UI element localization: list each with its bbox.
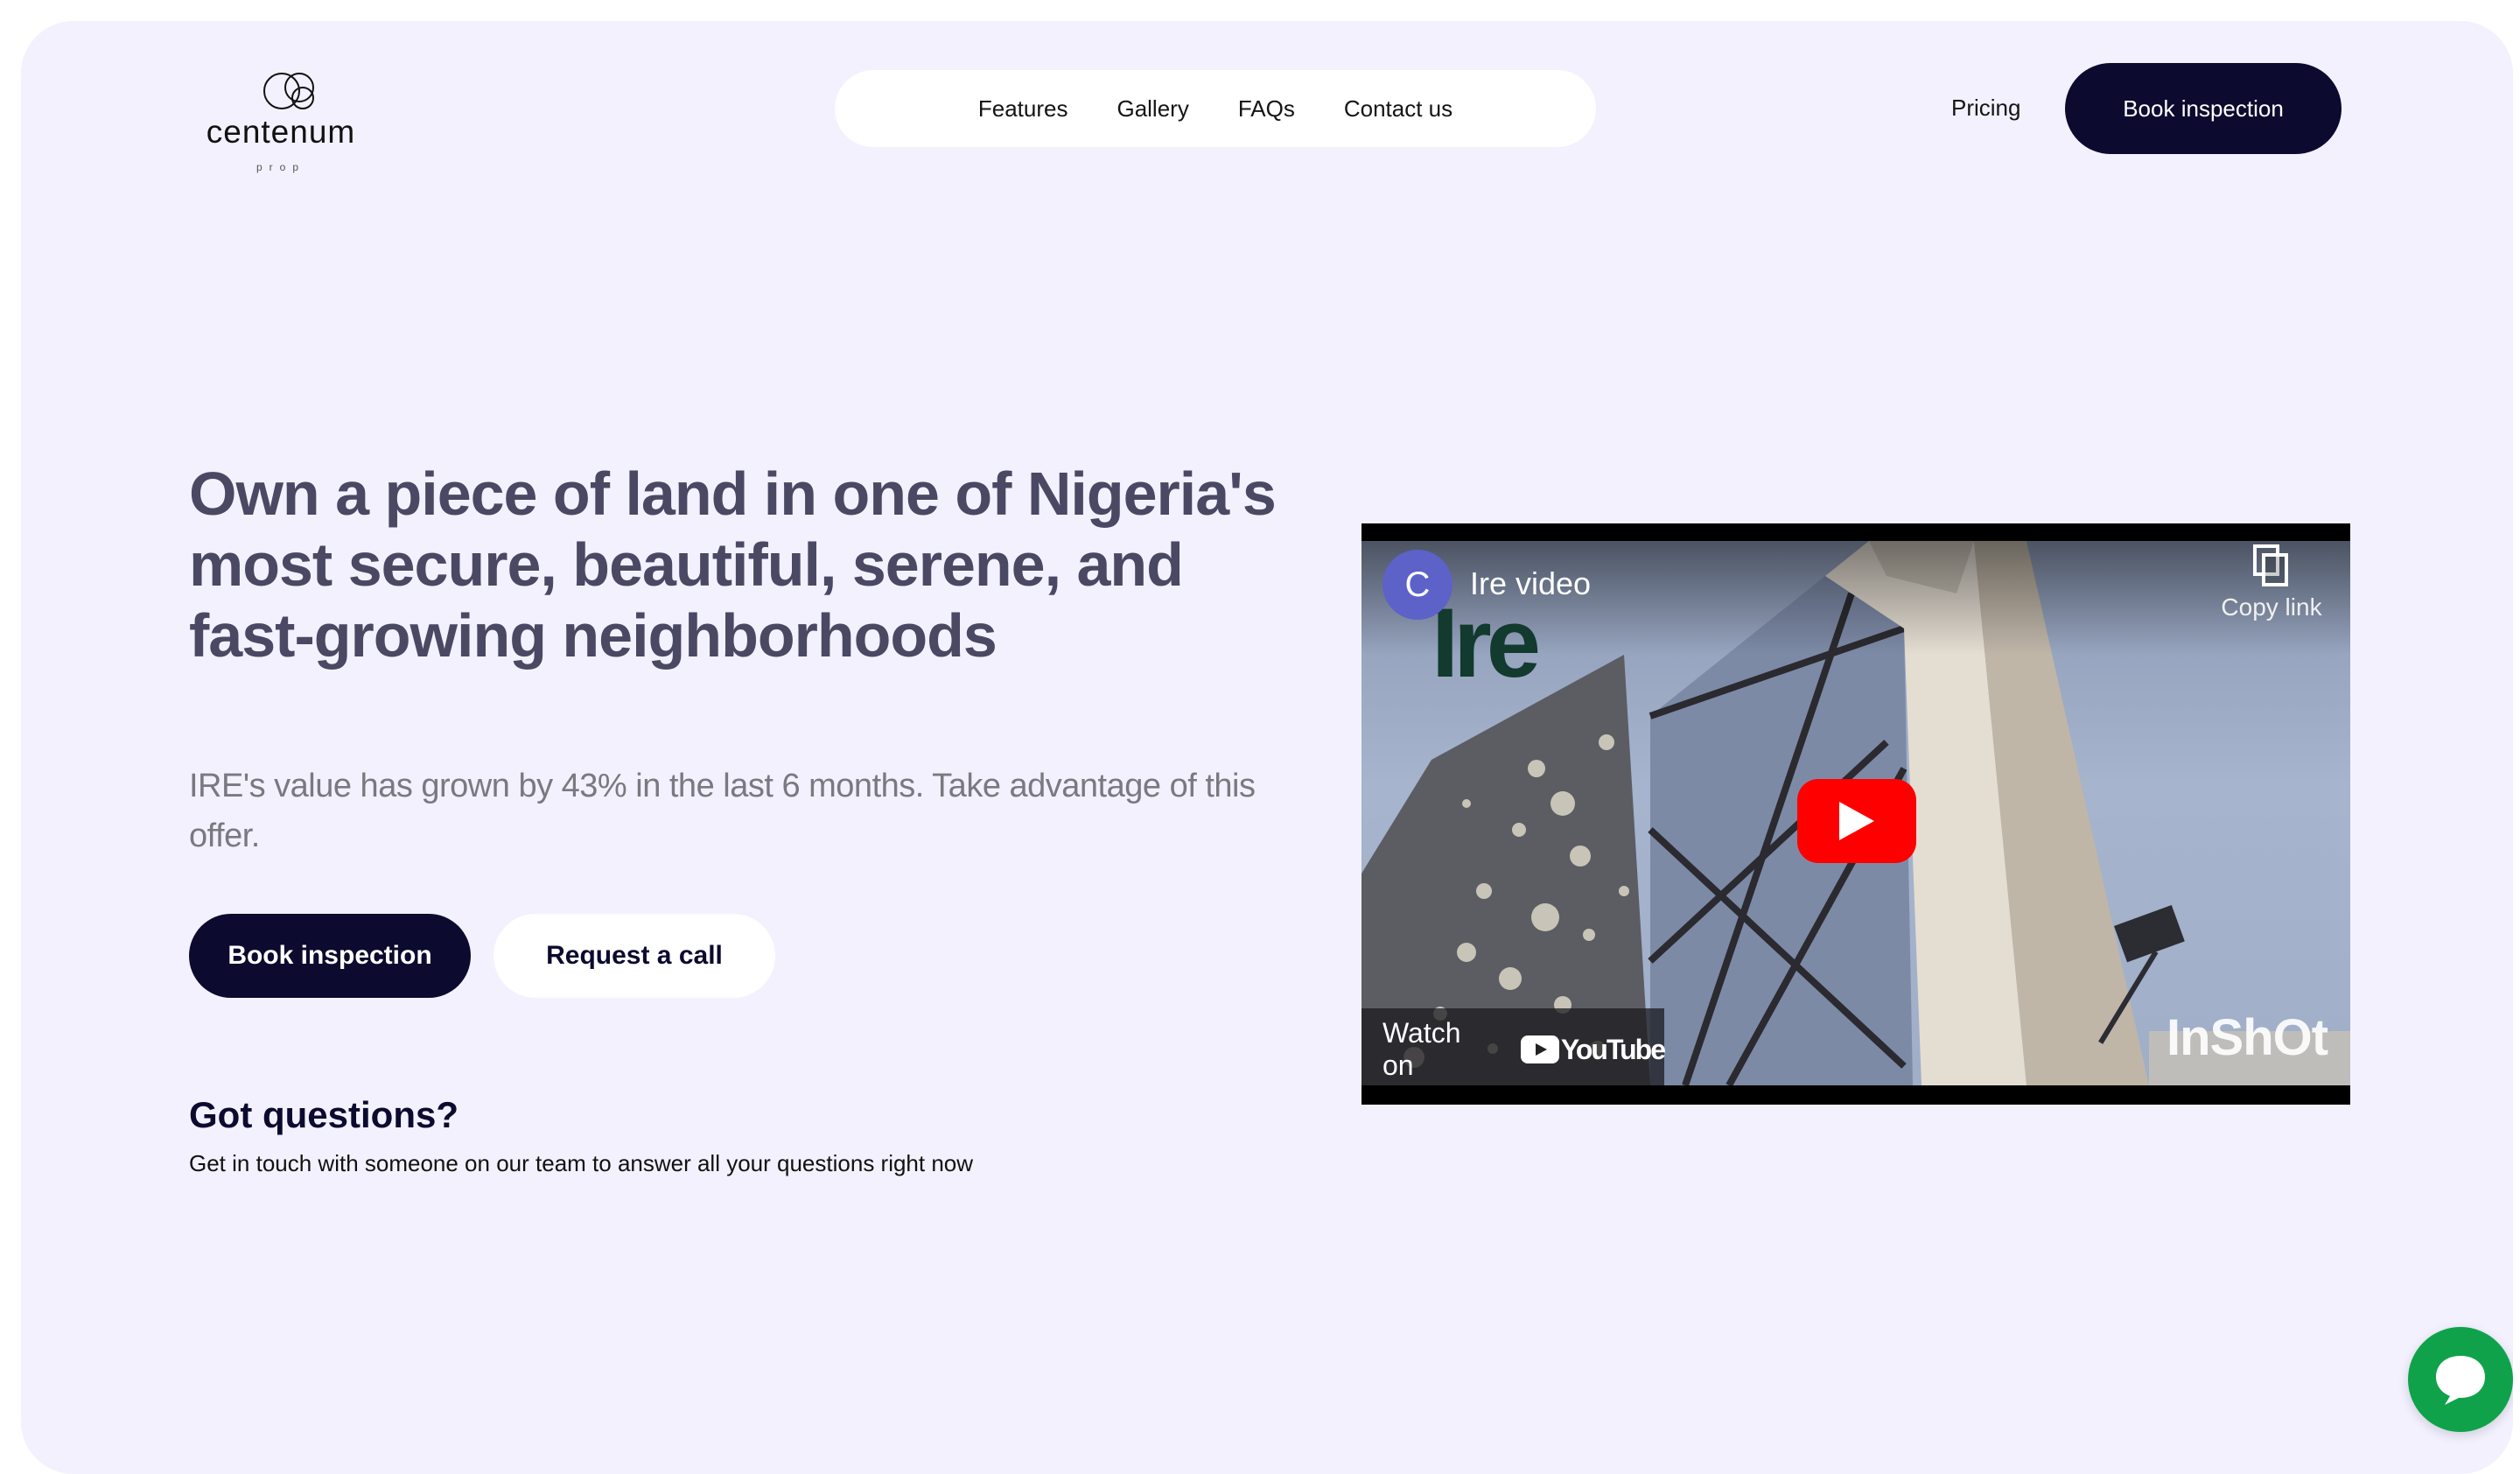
youtube-wordmark: YouTube (1560, 1033, 1666, 1065)
logo-wordmark: centenum (206, 114, 356, 150)
video-thumbnail: Ire C Ire video Copy link Watch on YouTu… (1362, 541, 2350, 1085)
video-title[interactable]: Ire video (1470, 565, 1591, 602)
copy-link-button[interactable]: Copy link (2210, 543, 2333, 621)
hero-title: Own a piece of land in one of Nigeria's … (189, 460, 1277, 670)
nav-link-pricing[interactable]: Pricing (1951, 95, 2020, 122)
nav-link-contact[interactable]: Contact us (1344, 95, 1452, 123)
youtube-logo: YouTube (1520, 1033, 1666, 1066)
watch-on-youtube-button[interactable]: Watch on YouTube (1362, 1008, 1666, 1085)
logo-subtext: prop (256, 161, 306, 173)
copy-link-label: Copy link (2221, 593, 2322, 621)
chat-bubble-icon (2436, 1356, 2485, 1405)
questions-heading: Got questions? (189, 1094, 458, 1135)
book-inspection-button[interactable]: Book inspection (189, 914, 471, 998)
hero-subtitle: IRE's value has grown by 43% in the last… (189, 768, 1256, 854)
main-nav: Features Gallery FAQs Contact us (835, 70, 1596, 147)
play-icon (1839, 802, 1874, 840)
copy-icon (2253, 544, 2288, 586)
ire-overlay-logo: Ire (1432, 588, 1541, 698)
nav-link-features[interactable]: Features (978, 95, 1068, 123)
nav-link-gallery[interactable]: Gallery (1116, 95, 1188, 123)
inshot-watermark: InShOt (2166, 1009, 2328, 1066)
page-container: centenum prop Features Gallery FAQs Cont… (21, 21, 2513, 1474)
youtube-video-embed[interactable]: Ire C Ire video Copy link Watch on YouTu… (1362, 523, 2350, 1105)
watch-on-label: Watch on (1382, 1017, 1461, 1081)
logo-mark-icon (263, 73, 314, 109)
youtube-icon (1520, 1035, 1559, 1063)
channel-avatar[interactable]: C (1382, 550, 1452, 620)
nav-link-faqs[interactable]: FAQs (1238, 95, 1295, 123)
chat-widget-button[interactable] (2408, 1327, 2513, 1432)
request-call-button[interactable]: Request a call (494, 914, 775, 998)
brand-logo[interactable]: centenum prop (189, 60, 382, 182)
header-book-inspection-button[interactable]: Book inspection (2065, 63, 2342, 154)
play-button[interactable] (1797, 779, 1916, 863)
questions-text: Get in touch with someone on our team to… (189, 1150, 974, 1176)
